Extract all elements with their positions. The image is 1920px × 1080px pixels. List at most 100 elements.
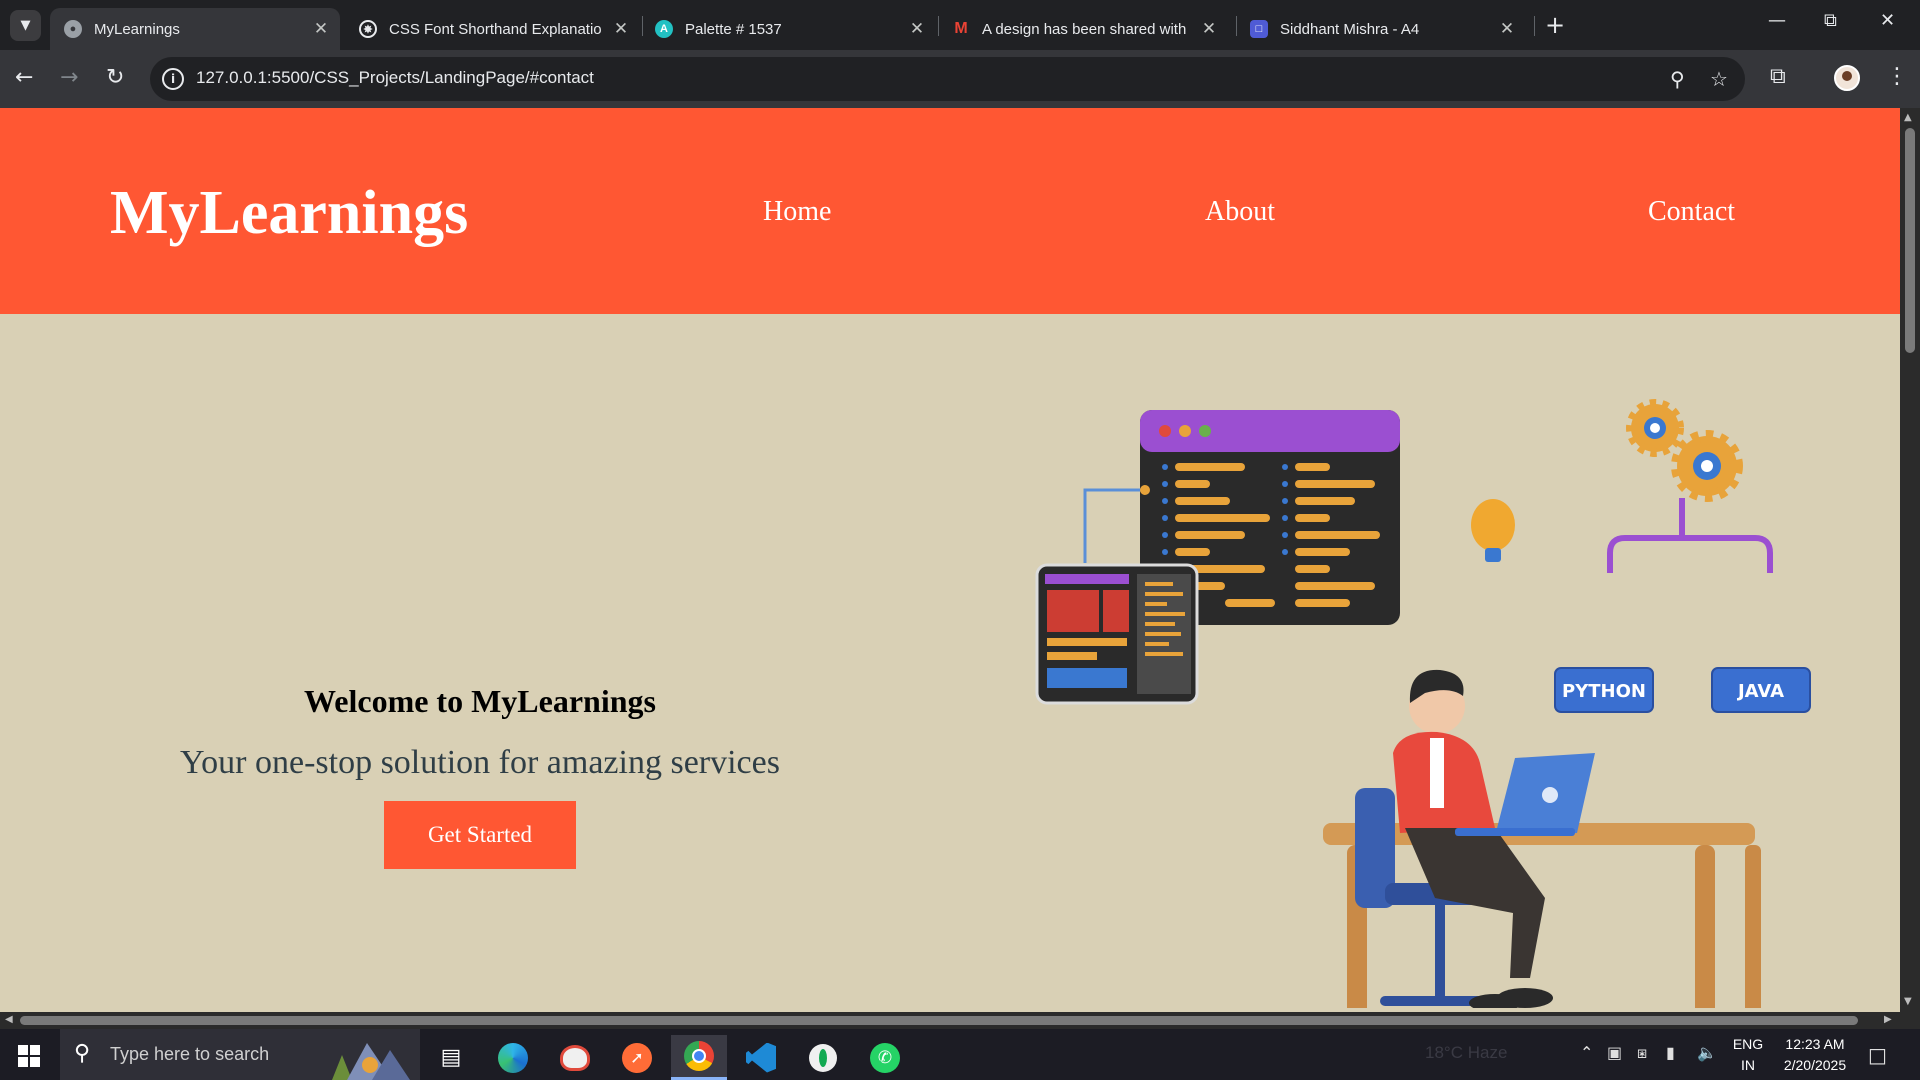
arrow-left-icon: ← [15,65,34,90]
tab-search-button[interactable]: ▼ [10,10,41,41]
language-code: ENG [1732,1036,1764,1052]
tab-title: Palette # 1537 [685,20,782,38]
hero-subtitle: Your one-stop solution for amazing servi… [180,744,780,781]
bookmark-star-icon[interactable]: ☆ [1710,67,1728,91]
chrome-icon [684,1041,714,1071]
reload-button[interactable]: ↻ [106,65,124,91]
tab-siddhant-a4[interactable]: □ Siddhant Mishra - A4 ✕ [1236,8,1526,50]
mongodb-leaf-icon [809,1043,837,1072]
lightbulb-illustration [1471,499,1515,562]
taskbar-edge[interactable] [485,1035,541,1080]
weather-widget[interactable]: 18°C Haze [1425,1043,1507,1063]
close-icon[interactable]: ✕ [908,19,926,39]
tab-title: Siddhant Mishra - A4 [1280,20,1420,38]
postman-icon: ➚ [622,1042,652,1073]
notifications-icon[interactable]: □ [1868,1043,1887,1067]
scroll-down-arrow-icon[interactable]: ▼ [1904,996,1912,1007]
forward-button[interactable]: → [60,65,78,91]
wifi-icon[interactable]: ⧆ [1637,1043,1647,1063]
extensions-icon[interactable]: ⧉ [1770,64,1786,89]
tab-title: CSS Font Shorthand Explanatio [389,20,602,38]
edge-icon [498,1042,528,1073]
close-icon[interactable]: ✕ [1200,19,1218,39]
tab-title: A design has been shared with [982,20,1187,38]
vscode-icon [746,1042,776,1073]
vertical-scrollbar[interactable]: ▲ ▼ [1900,108,1920,1012]
taskbar-search-box[interactable]: ⚲ Type here to search [60,1029,420,1080]
whatsapp-icon: ✆ [870,1042,900,1073]
close-window-button[interactable]: ✕ [1880,10,1895,31]
new-tab-button[interactable]: + [1545,12,1565,38]
restore-button[interactable]: ⧉ [1824,10,1837,31]
search-highlight-art-icon [332,1043,410,1080]
clock[interactable]: 12:23 AM 2/20/2025 [1770,1034,1860,1076]
back-button[interactable]: ← [15,65,33,91]
nav-link-home[interactable]: Home [763,196,831,228]
horizontal-scrollbar[interactable]: ◀ ▶ [0,1012,1900,1029]
hero-title: Welcome to MyLearnings [304,683,656,719]
arrow-right-icon: → [60,65,79,90]
vertical-scroll-thumb[interactable] [1905,128,1915,353]
taskbar-chrome[interactable] [671,1035,727,1080]
meet-now-icon[interactable]: ▣ [1607,1043,1622,1062]
close-icon[interactable]: ✕ [612,19,630,39]
site-header: MyLearnings Home About Contact [0,108,1900,314]
site-info-icon[interactable]: i [162,68,184,90]
scroll-up-arrow-icon[interactable]: ▲ [1904,112,1912,123]
tab-gmail[interactable]: M A design has been shared with ✕ [938,8,1228,50]
taskbar-paint-app[interactable] [547,1035,603,1080]
battery-icon[interactable]: ▮ [1666,1043,1675,1062]
scroll-left-arrow-icon[interactable]: ◀ [5,1014,13,1025]
browser-tab-strip: ▼ ● MyLearnings ✕ ✸ CSS Font Shorthand E… [0,0,1920,50]
tab-mylearnings[interactable]: ● MyLearnings ✕ [50,8,340,50]
taskbar-whatsapp[interactable]: ✆ [857,1035,913,1080]
document-app-icon: □ [1250,20,1268,38]
paint-brush-app-icon [560,1044,590,1071]
address-bar[interactable]: i 127.0.0.1:5500/CSS_Projects/LandingPag… [150,57,1745,101]
nav-link-contact[interactable]: Contact [1648,196,1735,228]
browser-toolbar: ← → ↻ i 127.0.0.1:5500/CSS_Projects/Land… [0,50,1920,108]
clock-date: 2/20/2025 [1783,1057,1847,1073]
taskbar-mongodb-compass[interactable] [795,1035,851,1080]
zoom-icon[interactable]: ⚲ [1670,67,1685,91]
taskbar-vscode[interactable] [733,1035,789,1080]
scrollbar-corner [1900,1012,1920,1029]
tab-palette[interactable]: A Palette # 1537 ✕ [641,8,936,50]
url-text[interactable]: 127.0.0.1:5500/CSS_Projects/LandingPage/… [196,68,594,88]
globe-icon: ● [64,20,82,38]
close-icon[interactable]: ✕ [312,19,330,39]
tab-title: MyLearnings [94,20,180,38]
windows-start-icon[interactable] [18,1045,40,1067]
clock-time: 12:23 AM [1785,1036,1845,1052]
search-icon: ⚲ [74,1041,91,1066]
get-started-button[interactable]: Get Started [384,801,576,869]
taskbar-postman[interactable]: ➚ [609,1035,665,1080]
tab-css-font-shorthand[interactable]: ✸ CSS Font Shorthand Explanatio ✕ [345,8,640,50]
minimize-button[interactable]: — [1768,10,1786,31]
region-code: IN [1741,1057,1755,1073]
minimize-icon: — [1768,10,1786,31]
windows-taskbar: ⚲ Type here to search ▤ ➚ ✆ 18°C Haze ⌃ … [0,1029,1920,1080]
java-tag: JAVA [1736,681,1784,702]
profile-avatar[interactable] [1834,65,1860,91]
page-viewport: MyLearnings Home About Contact Welcome t… [0,108,1900,1012]
plus-icon: + [1545,11,1566,39]
small-window-illustration [1035,563,1199,705]
chatgpt-icon: ✸ [359,20,377,38]
site-logo[interactable]: MyLearnings [110,178,468,249]
python-tag: PYTHON [1562,681,1646,702]
scroll-right-arrow-icon[interactable]: ▶ [1884,1014,1892,1025]
speaker-icon[interactable]: 🔈 [1697,1043,1717,1062]
chevron-up-icon[interactable]: ⌃ [1580,1043,1593,1062]
task-view-icon: ▤ [440,1045,462,1070]
palette-app-icon: A [655,20,673,38]
nav-link-about[interactable]: About [1205,196,1275,228]
restore-icon: ⧉ [1824,10,1837,31]
close-icon[interactable]: ✕ [1498,19,1516,39]
horizontal-scroll-thumb[interactable] [20,1016,1858,1025]
reload-icon: ↻ [106,65,125,90]
kebab-menu-icon[interactable]: ⋮ [1886,64,1908,89]
gears-illustration [1626,399,1743,502]
task-view-button[interactable]: ▤ [423,1035,479,1080]
language-indicator[interactable]: ENG IN [1728,1034,1768,1076]
